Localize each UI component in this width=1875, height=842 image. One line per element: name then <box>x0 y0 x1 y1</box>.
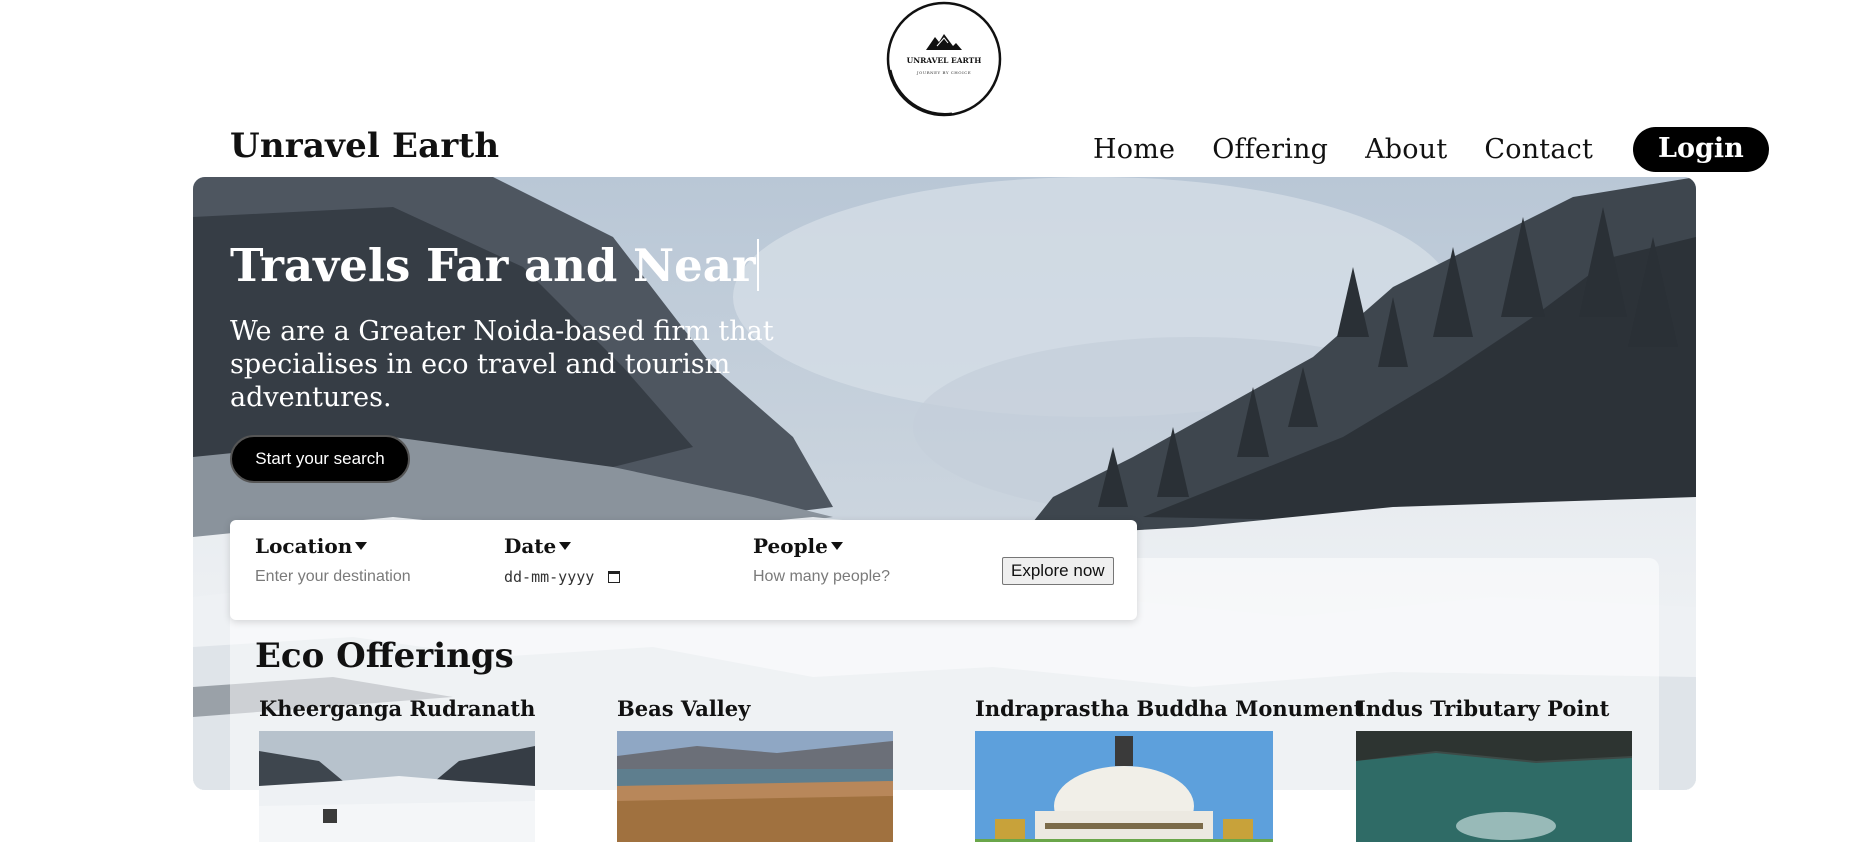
offering-card-image[interactable] <box>975 731 1363 842</box>
explore-now-button[interactable]: Explore now <box>1002 557 1114 585</box>
location-field: Location <box>255 534 455 586</box>
logo-tagline: JOURNEY BY CHOICE <box>916 70 971 75</box>
site-logo[interactable]: UNRAVEL EARTH JOURNEY BY CHOICE <box>882 0 1006 118</box>
nav-contact[interactable]: Contact <box>1484 134 1593 165</box>
offering-card-title[interactable]: Indus Tributary Point <box>1356 696 1632 721</box>
offering-card-title[interactable]: Beas Valley <box>617 696 893 721</box>
lake-photo <box>1356 731 1632 842</box>
date-input[interactable]: dd-mm-yyyy <box>504 568 621 586</box>
snow-valley-photo <box>259 731 535 842</box>
offering-card-image[interactable] <box>617 731 893 842</box>
offering-card-image[interactable] <box>1356 731 1632 842</box>
nav-offering[interactable]: Offering <box>1212 134 1328 165</box>
location-input[interactable] <box>255 568 455 586</box>
main-nav: Home Offering About Contact Login <box>1093 125 1769 173</box>
offering-card[interactable]: Beas Valley <box>617 696 893 842</box>
offering-card-title[interactable]: Indraprastha Buddha Monument <box>975 696 1363 721</box>
hero-subtitle: We are a Greater Noida-based firm that s… <box>230 316 774 413</box>
location-label-text: Location <box>255 534 353 558</box>
offering-card-image[interactable] <box>259 731 535 842</box>
river-valley-photo <box>617 731 893 842</box>
offering-card[interactable]: Indraprastha Buddha Monument <box>975 696 1363 842</box>
calendar-icon[interactable] <box>608 571 621 583</box>
date-field: Date dd-mm-yyyy <box>504 534 621 586</box>
stupa-monument-photo <box>975 731 1273 842</box>
hero-title-text: Travels Far and Near <box>230 239 756 292</box>
logo-name: UNRAVEL EARTH <box>907 56 982 65</box>
caret-down-icon <box>830 542 843 550</box>
people-label[interactable]: People <box>753 534 953 558</box>
people-label-text: People <box>753 534 828 558</box>
offering-card[interactable]: Kheerganga Rudranath <box>259 696 535 842</box>
brand-name[interactable]: Unravel Earth <box>230 126 499 166</box>
offering-card[interactable]: Indus Tributary Point <box>1356 696 1632 842</box>
text-caret <box>756 239 759 291</box>
date-input-value: dd-mm-yyyy <box>504 568 595 586</box>
login-button[interactable]: Login <box>1633 126 1769 172</box>
search-card: Location Date dd-mm-yyyy People Explore … <box>230 520 1137 620</box>
date-label-text: Date <box>504 534 557 558</box>
location-label[interactable]: Location <box>255 534 455 558</box>
start-search-button[interactable]: Start your search <box>230 435 410 483</box>
logo-mark: UNRAVEL EARTH JOURNEY BY CHOICE <box>886 1 1002 117</box>
date-label[interactable]: Date <box>504 534 620 558</box>
caret-down-icon <box>559 542 572 550</box>
people-input[interactable] <box>753 568 953 586</box>
offerings-title: Eco Offerings <box>255 636 514 676</box>
offering-card-title[interactable]: Kheerganga Rudranath <box>259 696 535 721</box>
people-field: People <box>753 534 953 586</box>
caret-down-icon <box>355 542 368 550</box>
nav-about[interactable]: About <box>1365 134 1447 165</box>
nav-home[interactable]: Home <box>1093 134 1175 165</box>
hero-title: Travels Far and Near <box>230 239 759 292</box>
